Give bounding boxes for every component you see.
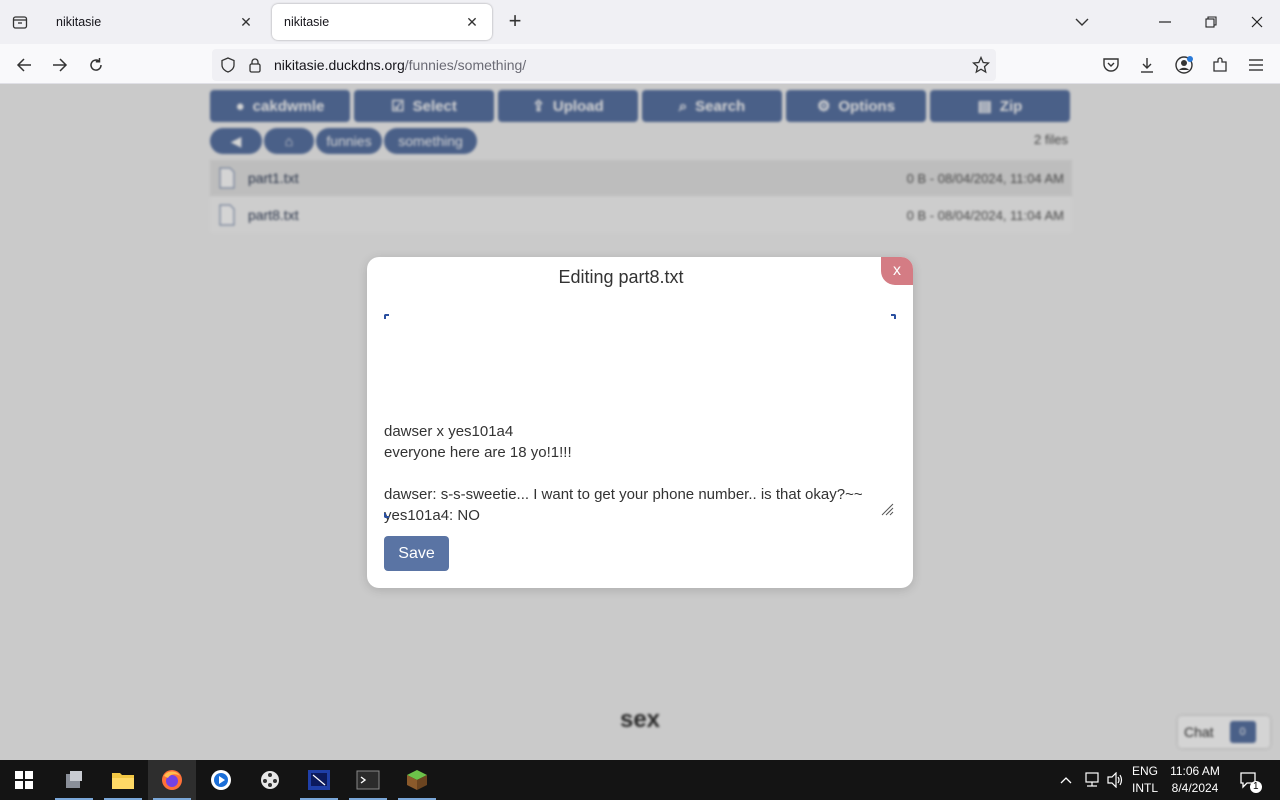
url-host: nikitasie.duckdns.org (274, 57, 405, 73)
menu-icon[interactable] (1243, 52, 1269, 78)
forward-icon[interactable] (47, 52, 73, 78)
lock-icon[interactable] (248, 57, 264, 73)
url-bar[interactable]: nikitasie.duckdns.org/funnies/something/ (212, 49, 996, 81)
terminal-icon[interactable] (344, 760, 392, 800)
language-code: ENG (1131, 764, 1158, 778)
tab-close-icon[interactable]: ✕ (236, 12, 256, 32)
shield-icon[interactable] (220, 57, 238, 73)
url-text: nikitasie.duckdns.org/funnies/something/ (274, 57, 526, 73)
textarea-corner (891, 314, 896, 319)
language-indicator[interactable]: ENG INTL (1130, 760, 1160, 800)
media-player-icon[interactable] (197, 760, 245, 800)
notifications-icon[interactable]: 1 (1234, 760, 1264, 800)
pocket-icon[interactable] (1098, 52, 1124, 78)
textarea-corner (384, 513, 389, 518)
resize-handle-icon[interactable] (880, 502, 894, 516)
tab-active[interactable]: nikitasie ✕ (272, 4, 492, 40)
clock[interactable]: 11:06 AM 8/4/2024 (1164, 760, 1226, 800)
firefox-icon[interactable] (148, 760, 196, 800)
notification-count: 1 (1250, 781, 1262, 793)
restore-icon[interactable] (1196, 10, 1226, 34)
textarea-corner (384, 314, 389, 319)
edit-modal: Editing part8.txt x dawser x yes101a4 ev… (367, 257, 913, 588)
save-button[interactable]: Save (384, 536, 449, 571)
tab-list-icon[interactable] (8, 10, 32, 34)
volume-icon[interactable] (1104, 760, 1126, 800)
tab-title: nikitasie (284, 15, 330, 29)
taskbar: ENG INTL 11:06 AM 8/4/2024 1 (0, 760, 1280, 800)
clock-date: 8/4/2024 (1171, 781, 1219, 795)
tab-title: nikitasie (56, 15, 102, 29)
tab-close-icon[interactable]: ✕ (462, 12, 482, 32)
app-icon[interactable] (50, 760, 98, 800)
nav-bar: nikitasie.duckdns.org/funnies/something/ (0, 44, 1280, 84)
windows-start-icon[interactable] (0, 760, 48, 800)
new-tab-icon[interactable]: + (503, 10, 527, 34)
reload-icon[interactable] (83, 52, 109, 78)
film-reel-icon[interactable] (246, 760, 294, 800)
keyboard-layout: INTL (1131, 781, 1158, 795)
textarea-content: dawser x yes101a4 everyone here are 18 y… (384, 423, 863, 524)
show-hidden-icons-chevron-icon[interactable] (1056, 760, 1076, 800)
virtual-machine-icon[interactable] (295, 760, 343, 800)
clock-time: 11:06 AM (1170, 764, 1220, 778)
close-window-icon[interactable] (1242, 10, 1272, 34)
page-content: ● cakdwmle ☑ Select ⇪ Upload ⌕ Search ⚙ … (0, 84, 1280, 760)
modal-title: Editing part8.txt (558, 267, 684, 287)
minimize-icon[interactable] (1150, 10, 1180, 34)
modal-close-button[interactable]: x (881, 257, 913, 285)
file-content-textarea[interactable]: dawser x yes101a4 everyone here are 18 y… (384, 314, 896, 524)
network-icon[interactable] (1080, 760, 1102, 800)
tab-bar: nikitasie ✕ nikitasie ✕ + (0, 0, 1280, 44)
url-path: /funnies/something/ (404, 57, 527, 73)
bookmark-star-icon[interactable] (972, 56, 990, 74)
account-icon[interactable] (1171, 52, 1197, 78)
minecraft-icon[interactable] (393, 760, 441, 800)
tab-overflow-chevron-icon[interactable] (1067, 10, 1097, 34)
extensions-icon[interactable] (1207, 52, 1233, 78)
download-icon[interactable] (1134, 52, 1160, 78)
back-icon[interactable] (11, 52, 37, 78)
file-explorer-icon[interactable] (99, 760, 147, 800)
tab-inactive[interactable]: nikitasie ✕ (44, 4, 266, 40)
